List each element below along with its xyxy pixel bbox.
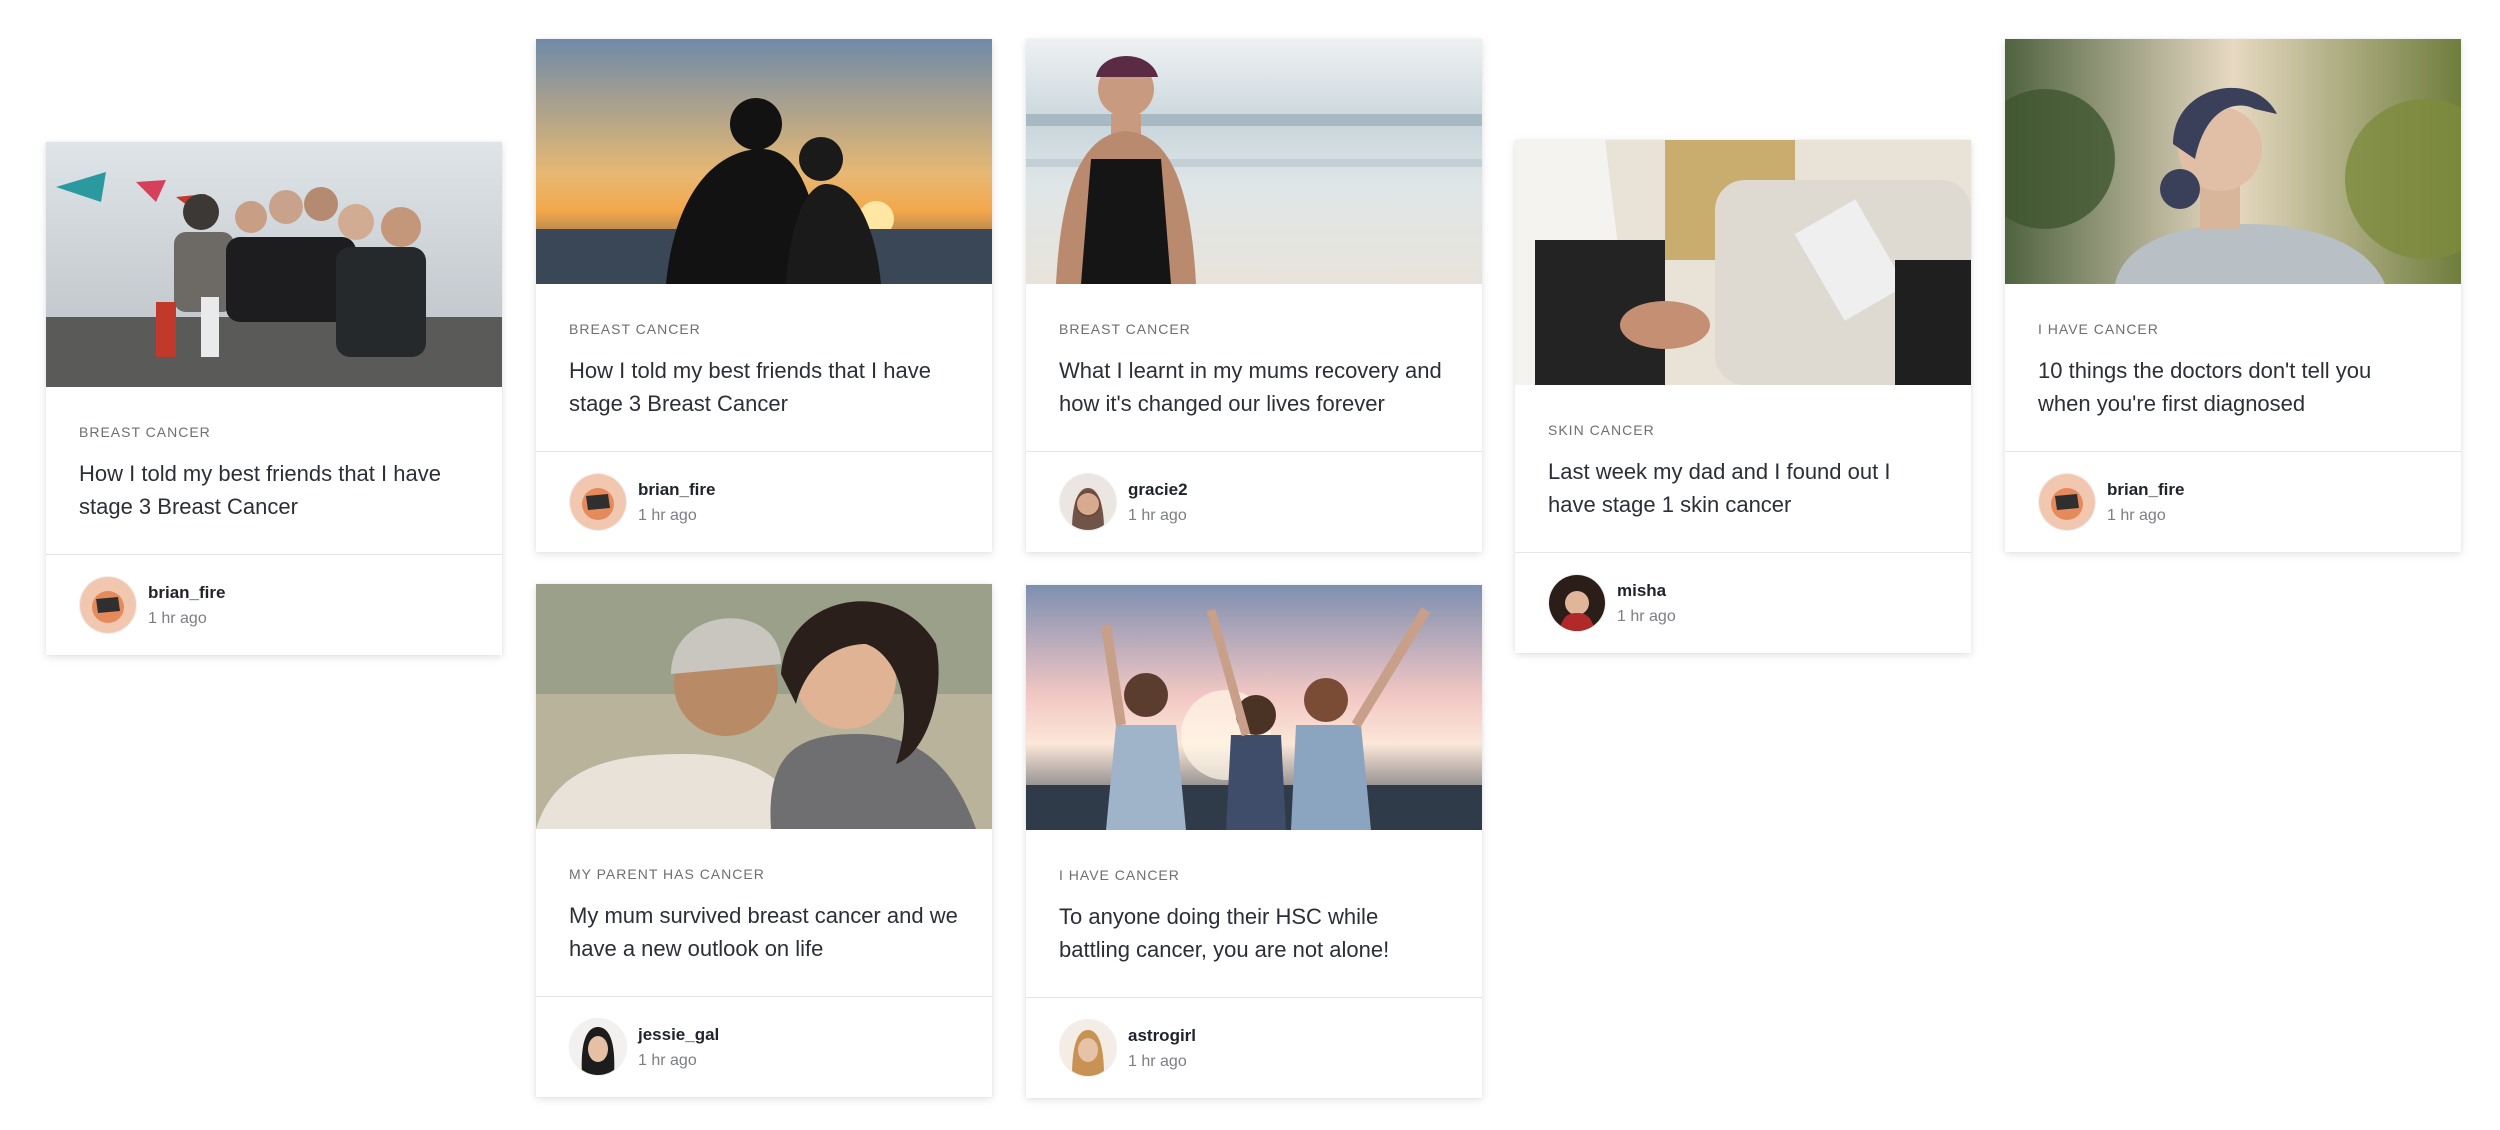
story-title[interactable]: How I told my best friends that I have s… xyxy=(569,354,959,420)
story-card[interactable]: BREAST CANCER How I told my best friends… xyxy=(46,142,502,655)
post-time: 1 hr ago xyxy=(1128,1052,1187,1070)
author-avatar[interactable] xyxy=(1059,473,1117,531)
story-author[interactable]: brian_fire 1 hr ago xyxy=(46,554,502,655)
story-category: BREAST CANCER xyxy=(1059,321,1191,337)
author-username[interactable]: jessie_gal xyxy=(638,1025,719,1045)
story-category: BREAST CANCER xyxy=(569,321,701,337)
story-author[interactable]: brian_fire 1 hr ago xyxy=(536,451,992,552)
author-username[interactable]: brian_fire xyxy=(2107,480,2184,500)
author-avatar[interactable] xyxy=(569,473,627,531)
post-time: 1 hr ago xyxy=(148,609,207,627)
author-avatar[interactable] xyxy=(2038,473,2096,531)
story-title[interactable]: How I told my best friends that I have s… xyxy=(79,457,469,523)
story-image xyxy=(2005,39,2461,284)
story-card[interactable]: BREAST CANCER How I told my best friends… xyxy=(536,39,992,552)
author-username[interactable]: gracie2 xyxy=(1128,480,1188,500)
author-avatar[interactable] xyxy=(1059,1019,1117,1077)
author-username[interactable]: misha xyxy=(1617,581,1676,601)
story-card[interactable]: I HAVE CANCER 10 things the doctors don'… xyxy=(2005,39,2461,552)
story-title[interactable]: What I learnt in my mums recovery and ho… xyxy=(1059,354,1449,420)
story-title[interactable]: Last week my dad and I found out I have … xyxy=(1548,455,1938,521)
story-category: MY PARENT HAS CANCER xyxy=(569,866,765,882)
story-title[interactable]: To anyone doing their HSC while battling… xyxy=(1059,900,1449,966)
story-card[interactable]: I HAVE CANCER To anyone doing their HSC … xyxy=(1026,585,1482,1098)
story-image xyxy=(46,142,502,387)
story-author[interactable]: jessie_gal 1 hr ago xyxy=(536,996,992,1097)
story-card[interactable]: SKIN CANCER Last week my dad and I found… xyxy=(1515,140,1971,653)
author-avatar[interactable] xyxy=(569,1018,627,1076)
story-category: BREAST CANCER xyxy=(79,424,211,440)
story-author[interactable]: misha 1 hr ago xyxy=(1515,552,1971,653)
story-card[interactable]: BREAST CANCER What I learnt in my mums r… xyxy=(1026,39,1482,552)
story-image xyxy=(536,584,992,829)
post-time: 1 hr ago xyxy=(2107,506,2166,524)
post-time: 1 hr ago xyxy=(638,1051,697,1069)
author-avatar[interactable] xyxy=(1548,574,1606,632)
post-time: 1 hr ago xyxy=(1128,506,1187,524)
author-username[interactable]: brian_fire xyxy=(148,583,225,603)
post-time: 1 hr ago xyxy=(1617,607,1676,625)
story-image xyxy=(1026,585,1482,830)
story-title[interactable]: My mum survived breast cancer and we hav… xyxy=(569,899,959,965)
story-author[interactable]: astrogirl 1 hr ago xyxy=(1026,997,1482,1098)
story-image xyxy=(1026,39,1482,284)
story-category: I HAVE CANCER xyxy=(1059,867,1180,883)
story-image xyxy=(1515,140,1971,385)
story-image xyxy=(536,39,992,284)
story-category: SKIN CANCER xyxy=(1548,422,1655,438)
story-card[interactable]: MY PARENT HAS CANCER My mum survived bre… xyxy=(536,584,992,1097)
author-username[interactable]: brian_fire xyxy=(638,480,715,500)
story-title[interactable]: 10 things the doctors don't tell you whe… xyxy=(2038,354,2428,420)
post-time: 1 hr ago xyxy=(638,506,697,524)
author-username[interactable]: astrogirl xyxy=(1128,1026,1196,1046)
author-avatar[interactable] xyxy=(79,576,137,634)
story-author[interactable]: brian_fire 1 hr ago xyxy=(2005,451,2461,552)
story-category: I HAVE CANCER xyxy=(2038,321,2159,337)
story-author[interactable]: gracie2 1 hr ago xyxy=(1026,451,1482,552)
